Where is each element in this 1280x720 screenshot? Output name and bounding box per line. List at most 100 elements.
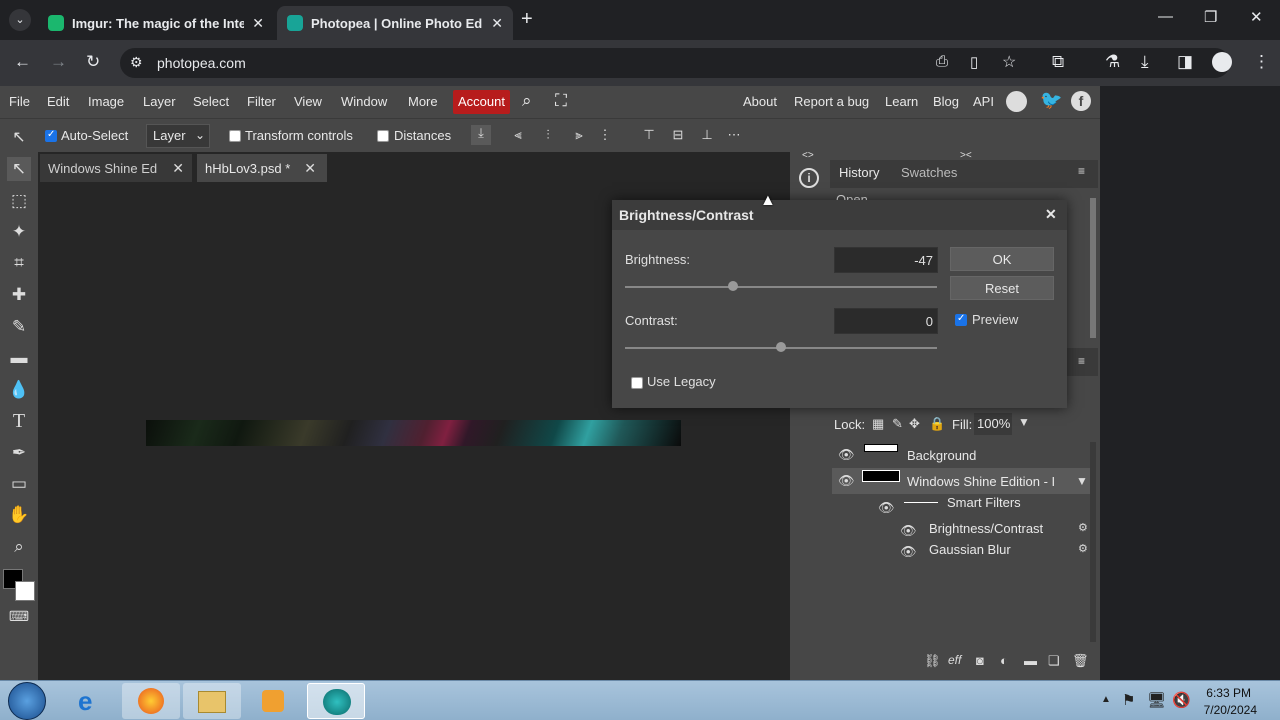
layer-select-dropdown[interactable]: Layer ⌄ [146,124,210,148]
media-player-icon[interactable] [244,683,302,719]
new-layer-icon[interactable]: ❏ [1048,653,1060,669]
use-legacy-checkbox[interactable] [631,377,643,389]
close-icon[interactable]: ✕ [491,15,503,32]
marquee-tool-icon[interactable]: ⬚ [7,189,31,213]
transform-controls-checkbox[interactable] [229,130,241,142]
brightness-slider-thumb[interactable] [728,281,738,291]
smart-filters-row[interactable]: 👁 Smart Filters [832,494,1092,520]
panel-menu-icon[interactable]: ≡ [1078,354,1085,368]
page-icon[interactable]: ▯ [970,53,978,71]
layer-windows-shine[interactable]: 👁 Windows Shine Edition - I ▼ [832,468,1092,494]
pen-tool-icon[interactable]: ✒ [7,441,31,465]
align-middle-icon[interactable]: ⊟ [670,127,686,143]
chevron-down-icon[interactable]: ▼ [1018,415,1030,429]
menu-view[interactable]: View [294,94,322,109]
browser-tab-imgur[interactable]: Imgur: The magic of the Intern ✕ [38,6,274,40]
firefox-icon[interactable] [122,683,180,719]
zoom-tool-icon[interactable]: ⌕ [7,535,31,559]
hand-tool-icon[interactable]: ✋ [7,503,31,527]
visibility-eye-icon[interactable]: 👁 [838,447,855,463]
chevron-down-icon[interactable]: ▼ [1076,474,1088,488]
network-icon[interactable]: 🖥 [1147,691,1166,709]
download-icon[interactable]: ⤓ [1141,52,1149,72]
preview-checkbox[interactable] [955,313,967,326]
fullscreen-icon[interactable]: ⛶ [555,91,567,111]
sidepanel-icon[interactable]: ◨ [1177,52,1193,72]
filter-options-icon[interactable]: ⚙ [1078,521,1088,534]
distribute-v-icon[interactable]: ⋯ [726,127,742,143]
layers-scrollbar[interactable] [1090,442,1096,642]
link-layers-icon[interactable]: ⛓ [924,653,941,669]
menu-learn[interactable]: Learn [885,94,918,109]
menu-filter[interactable]: Filter [247,94,276,109]
browser-tab-photopea[interactable]: Photopea | Online Photo Editor ✕ [277,6,513,40]
tab-history[interactable]: History [839,165,879,180]
layer-background[interactable]: 👁 Background [832,442,1092,468]
browser-menu-icon[interactable]: ⋮ [1253,52,1270,72]
lock-all-icon[interactable]: 🔒 [929,416,945,432]
history-scrollbar[interactable] [1090,198,1096,338]
close-icon[interactable]: ✕ [1045,206,1057,223]
site-info-icon[interactable]: ⚙ [130,54,143,71]
align-left-icon[interactable]: ⫷ [510,127,526,143]
tab-swatches[interactable]: Swatches [901,165,957,180]
install-app-icon[interactable]: ⎙ [936,53,948,70]
crop-tool-icon[interactable]: ⌗ [7,251,31,275]
menu-edit[interactable]: Edit [47,94,69,109]
menu-more[interactable]: More [408,94,438,109]
filter-options-icon[interactable]: ⚙ [1078,542,1088,555]
internet-explorer-icon[interactable]: e [62,683,120,719]
lock-move-icon[interactable]: ✥ [909,416,920,432]
align-bottom-icon[interactable]: ⊥ [699,127,715,143]
keyboard-icon[interactable]: ⌨ [7,604,31,628]
magic-wand-icon[interactable]: ✦ [7,220,31,244]
filter-gaussian-blur[interactable]: 👁 Gaussian Blur ⚙ [832,540,1092,566]
lock-transparency-icon[interactable]: ▦ [872,416,884,432]
gradient-tool-icon[interactable]: ▬ [7,346,31,370]
menu-blog[interactable]: Blog [933,94,959,109]
contrast-input[interactable]: 0 [834,308,938,334]
new-group-icon[interactable]: ▬ [1024,653,1037,668]
adjustment-layer-icon[interactable]: ◐ [1000,653,1008,668]
reload-icon[interactable]: ↻ [86,52,100,72]
background-color-swatch[interactable] [15,581,35,601]
close-icon[interactable]: ✕ [304,160,316,177]
distribute-h-icon[interactable]: ⋮ [597,127,613,143]
add-mask-icon[interactable]: ◙ [976,653,984,668]
type-tool-icon[interactable]: T [7,409,31,433]
menu-select[interactable]: Select [193,94,229,109]
blur-tool-icon[interactable]: 💧 [7,378,31,402]
visibility-eye-icon[interactable]: 👁 [900,523,917,539]
align-top-icon[interactable]: ⊤ [641,127,657,143]
align-right-icon[interactable]: ⫸ [571,127,587,143]
brush-tool-icon[interactable]: ✎ [7,315,31,339]
brightness-input[interactable]: -47 [834,247,938,273]
restore-button[interactable]: ❐ [1204,8,1217,26]
ok-button[interactable]: OK [950,247,1054,271]
close-icon[interactable]: ✕ [172,160,184,177]
layer-effects-icon[interactable]: eff [948,653,961,667]
visibility-eye-icon[interactable]: 👁 [900,544,917,560]
back-icon[interactable]: ← [14,52,31,72]
search-icon[interactable]: ⌕ [522,91,532,111]
chrome-photopea-icon[interactable] [307,683,365,719]
align-center-h-icon[interactable]: ⫶ [540,127,556,143]
download-arrow-icon[interactable]: ⤓ [471,125,491,145]
visibility-eye-icon[interactable]: 👁 [838,473,855,489]
menu-about[interactable]: About [743,94,777,109]
reset-button[interactable]: Reset [950,276,1054,300]
panel-menu-icon[interactable]: ≡ [1078,164,1085,178]
shape-tool-icon[interactable]: ▭ [7,472,31,496]
menu-report-bug[interactable]: Report a bug [794,94,869,109]
bookmark-star-icon[interactable]: ☆ [1002,52,1016,72]
reddit-icon[interactable] [1006,91,1027,112]
delete-layer-icon[interactable]: 🗑 [1072,653,1089,669]
forward-icon[interactable]: → [50,52,67,72]
facebook-icon[interactable]: f [1071,91,1091,111]
profile-avatar[interactable] [1212,52,1232,72]
menu-file[interactable]: File [9,94,30,109]
dialog-titlebar[interactable]: Brightness/Contrast ✕ [612,200,1067,230]
clock-time[interactable]: 6:33 PM [1195,686,1251,700]
menu-window[interactable]: Window [341,94,387,109]
volume-muted-icon[interactable]: 🔇 [1172,691,1191,709]
